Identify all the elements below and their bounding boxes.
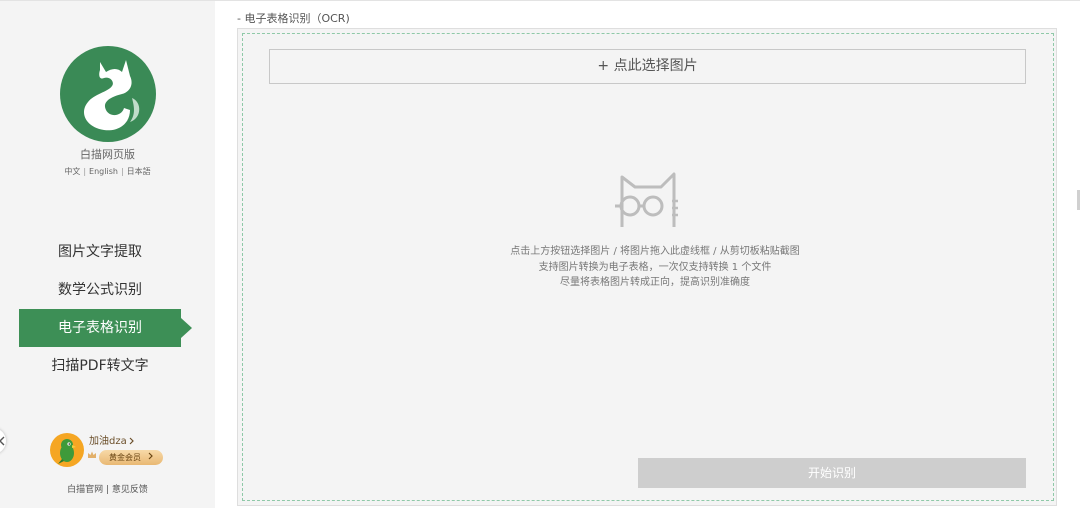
hint-line-1: 点击上方按钮选择图片 / 将图片拖入此虚线框 / 从剪切板粘贴截图	[510, 246, 800, 257]
parrot-avatar-icon	[58, 439, 76, 464]
chevron-left-icon	[0, 436, 5, 446]
hint-line-3: 尽量将表格图片转成正向，提高识别准确度	[560, 277, 750, 288]
footer-separator: |	[103, 485, 112, 495]
footer-links: 白描官网 | 意见反馈	[0, 482, 215, 495]
official-site-link[interactable]: 白描官网	[67, 485, 103, 495]
select-image-button[interactable]: + 点此选择图片	[269, 49, 1026, 84]
start-recognition-button[interactable]: 开始识别	[638, 458, 1026, 488]
hint-line-2: 支持图片转换为电子表格，一次仅支持转换 1 个文件	[538, 262, 772, 273]
username-link[interactable]: 加油dza	[89, 432, 134, 447]
username: 加油dza	[89, 436, 127, 447]
nav-item-pdf-to-text[interactable]: 扫描PDF转文字	[19, 347, 181, 385]
logo[interactable]	[60, 46, 156, 142]
feedback-link[interactable]: 意见反馈	[112, 485, 148, 495]
brand-name: 白描网页版	[80, 148, 135, 161]
avatar[interactable]	[50, 433, 84, 467]
page-title: - 电子表格识别（OCR)	[237, 12, 350, 25]
chevron-right-icon	[129, 437, 134, 445]
language-separator: |	[83, 167, 87, 176]
cat-with-glasses-icon	[612, 170, 682, 236]
vip-badge-label: 黄金会员	[109, 453, 141, 462]
language-ja[interactable]: 日本語	[127, 167, 151, 176]
crown-icon	[87, 450, 97, 463]
language-en[interactable]: English	[89, 167, 118, 176]
language-switcher: 中文 | English | 日本語	[0, 166, 215, 177]
language-separator: |	[120, 167, 124, 176]
cat-s-logo-icon	[83, 60, 140, 131]
vip-badge[interactable]: 黄金会员	[99, 450, 163, 465]
chevron-right-icon	[148, 452, 153, 460]
language-zh[interactable]: 中文	[64, 167, 80, 176]
nav-item-spreadsheet[interactable]: 电子表格识别	[19, 309, 192, 347]
